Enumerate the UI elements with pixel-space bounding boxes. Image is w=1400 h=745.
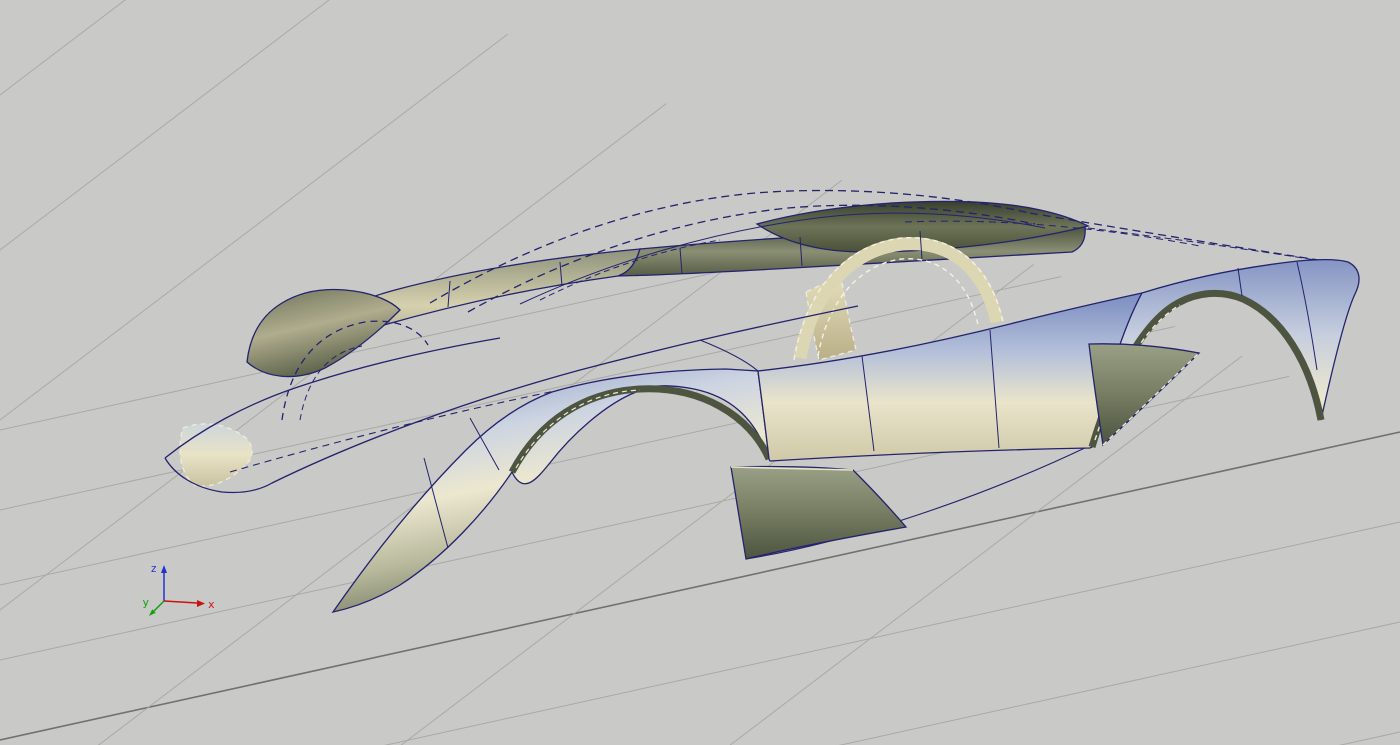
y-axis-label: y	[142, 596, 149, 609]
3d-viewport[interactable]: z x y	[0, 0, 1400, 745]
viewport-canvas[interactable]: z x y	[0, 0, 1400, 745]
x-axis-label: x	[208, 598, 215, 611]
z-axis-label: z	[150, 562, 157, 575]
